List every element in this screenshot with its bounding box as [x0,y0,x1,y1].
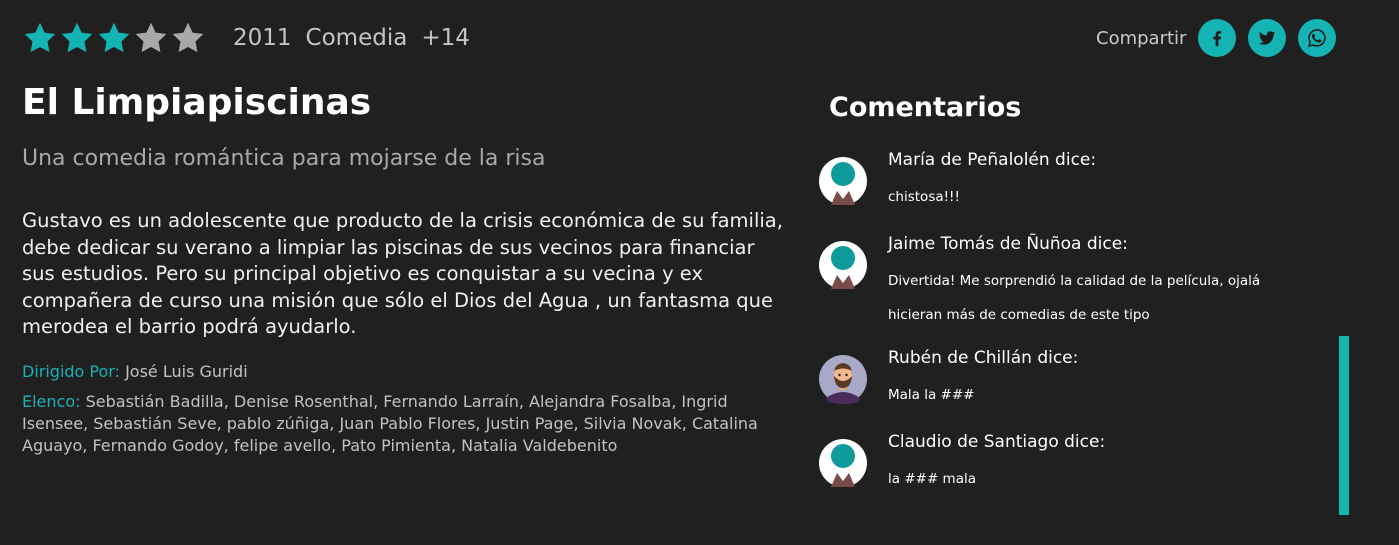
bearded-man-avatar-icon [819,355,867,404]
movie-age-rating: +14 [421,25,470,51]
share-label: Compartir [1096,27,1187,49]
cast-line: Elenco: Sebastián Badilla, Denise Rosent… [22,391,762,457]
star-filled-icon[interactable] [22,20,58,56]
movie-tagline: Una comedia romántica para mojarse de la… [22,146,546,171]
default-avatar-icon [819,241,867,289]
movie-meta: 2011 Comedia +14 [233,25,484,51]
whatsapp-share-button[interactable] [1298,19,1337,57]
director-line: Dirigido Por: José Luis Guridi [22,362,248,381]
comment-text: chistosa!!! [888,189,960,205]
star-rating [22,20,207,56]
movie-synopsis: Gustavo es un adolescente que producto d… [22,209,783,339]
comment-author: Claudio de Santiago dice: [888,432,1106,452]
cast-label: Elenco: [22,392,81,411]
movie-genre: Comedia [305,25,408,51]
comment-text: Divertida! Me sorprendió la calidad de l… [888,273,1261,323]
comments-scrollbar[interactable] [1339,336,1349,515]
default-avatar-icon [819,157,867,205]
comment-text: Mala la ### [888,387,975,403]
comments-title: Comentarios [829,92,1022,123]
share-bar: Compartir [1096,19,1348,57]
whatsapp-icon [1308,29,1327,48]
twitter-share-button[interactable] [1248,19,1287,57]
director-label: Dirigido Por: [22,362,120,381]
movie-year: 2011 [233,25,292,51]
facebook-share-button[interactable] [1198,19,1237,57]
facebook-icon [1213,30,1222,47]
default-avatar-icon [819,439,867,487]
star-filled-icon[interactable] [59,20,95,56]
rating-row: 2011 Comedia +14 [22,18,484,58]
cast-names: Sebastián Badilla, Denise Rosenthal, Fer… [22,392,758,455]
twitter-icon [1259,31,1276,45]
comment-author: Rubén de Chillán dice: [888,348,1079,368]
star-filled-icon[interactable] [96,20,132,56]
star-empty-icon[interactable] [170,20,206,56]
comment-text: la ### mala [888,471,976,487]
movie-title: El Limpiapiscinas [22,82,372,123]
comment-author: Jaime Tomás de Ñuñoa dice: [888,234,1128,254]
movie-detail-page: 2011 Comedia +14 Compartir El Limpiapisc… [0,0,1399,545]
star-empty-icon[interactable] [133,20,169,56]
comment-author: María de Peñalolén dice: [888,150,1097,170]
director-name: José Luis Guridi [125,362,248,381]
